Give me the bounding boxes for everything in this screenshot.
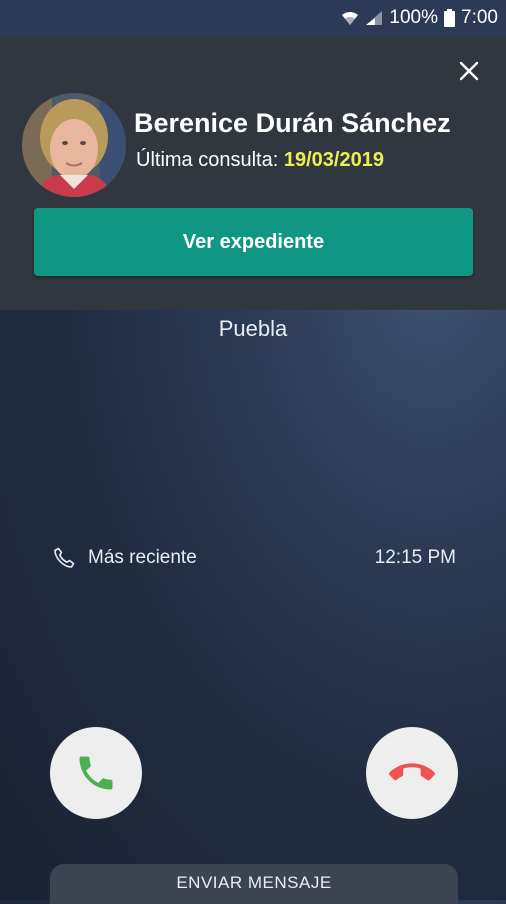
recent-label: Más reciente bbox=[88, 547, 197, 568]
recent-time: 12:15 PM bbox=[374, 547, 456, 568]
last-consult-date: 19/03/2019 bbox=[283, 149, 384, 171]
caller-name: Berenice Durán Sánchez bbox=[134, 108, 451, 138]
accept-call-button[interactable] bbox=[50, 727, 142, 819]
view-record-button[interactable]: Ver expediente bbox=[34, 208, 473, 276]
close-button[interactable] bbox=[454, 56, 484, 86]
phone-accept-icon bbox=[79, 756, 113, 790]
avatar bbox=[22, 93, 126, 197]
phone-hangup-icon bbox=[389, 763, 435, 781]
battery-percent: 100% bbox=[389, 7, 439, 28]
phone-icon bbox=[54, 547, 75, 568]
wifi-icon bbox=[341, 10, 359, 26]
decline-call-button[interactable] bbox=[366, 727, 458, 819]
avatar-photo bbox=[22, 93, 126, 197]
last-consult: Última consulta: 19/03/2019 bbox=[136, 149, 384, 172]
last-consult-label: Última consulta: bbox=[136, 149, 279, 171]
caller-location: Puebla bbox=[218, 316, 288, 341]
signal-icon bbox=[365, 10, 383, 26]
close-icon bbox=[459, 61, 479, 81]
send-message-button[interactable]: ENVIAR MENSAJE bbox=[50, 864, 458, 904]
battery-icon bbox=[444, 9, 456, 27]
recent-call-row: Más reciente 12:15 PM bbox=[52, 544, 456, 572]
status-time: 7:00 bbox=[461, 7, 498, 28]
status-bar: 100% 7:00 bbox=[0, 0, 506, 36]
send-message-label: ENVIAR MENSAJE bbox=[176, 873, 332, 892]
